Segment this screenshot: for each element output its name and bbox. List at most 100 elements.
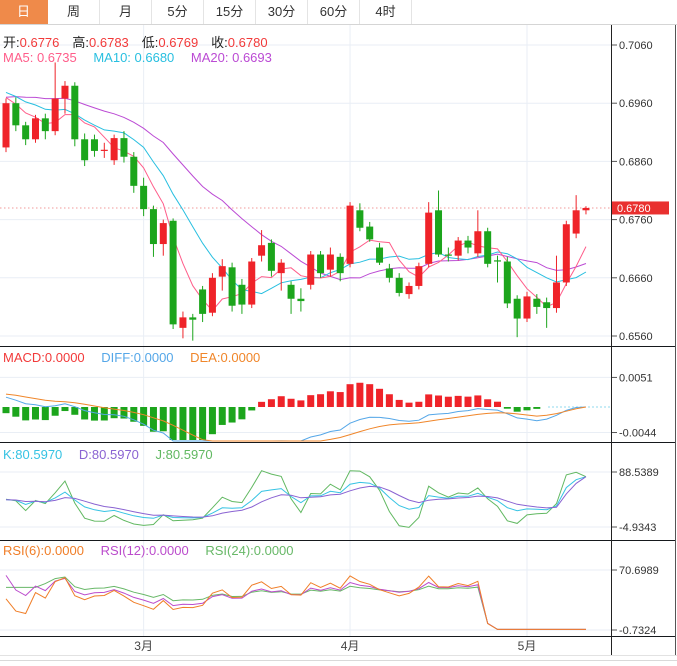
candle-body — [523, 296, 531, 319]
indicator-line — [5, 476, 587, 518]
macd-histogram-bar — [415, 401, 423, 407]
macd-histogram-bar — [90, 407, 98, 421]
candle-body — [61, 85, 69, 99]
candle-body — [494, 260, 501, 262]
axis-tick-label: 70.6989 — [619, 565, 659, 577]
macd-histogram-bar — [248, 407, 256, 411]
candle-body — [474, 231, 482, 254]
macd-histogram-bar — [454, 395, 462, 407]
candle-body — [100, 149, 108, 151]
candle-body — [189, 317, 197, 320]
candle-body — [140, 185, 148, 210]
low-label: 低: — [141, 35, 159, 50]
tab-5min[interactable]: 5分 — [152, 0, 204, 24]
axis-tick-label: 0.7060 — [619, 40, 653, 52]
candle-body — [307, 254, 315, 285]
macd-histogram-bar — [287, 398, 295, 407]
tab-4hour[interactable]: 4时 — [360, 0, 412, 24]
open-value: 0.6776 — [19, 35, 60, 50]
indicator-line — [5, 575, 586, 630]
ma-readout: MA5: 0.6735 MA10: 0.6680 MA20: 0.6693 — [3, 50, 285, 65]
candle-body — [454, 240, 462, 256]
chart-canvas[interactable]: 0.7060 0.6960 0.6860 0.6760 0.6660 0.6560 0.00… — [0, 0, 677, 666]
macd-histogram-bar — [346, 384, 354, 407]
macd-readout: MACD:0.0000 DIFF:0.0000 DEA:0.0000 — [3, 350, 273, 365]
macd-histogram-bar — [297, 400, 305, 407]
ohlc-readout: 开:0.6776 高:0.6783 低:0.6769 收:0.6780 — [3, 32, 281, 51]
axis-tick-label: 0.6960 — [619, 98, 653, 110]
macd-histogram-bar — [395, 399, 403, 407]
macd-histogram-bar — [277, 396, 285, 407]
tab-day[interactable]: 日 — [0, 0, 48, 24]
candle-body — [169, 220, 177, 325]
tab-60min[interactable]: 60分 — [308, 0, 360, 24]
macd-histogram-bar — [199, 407, 207, 440]
candle-body — [484, 231, 492, 264]
candle-body — [562, 224, 570, 283]
candle-body — [513, 298, 521, 319]
macd-histogram-bar — [523, 407, 531, 411]
d-value: D:80.5970 — [78, 447, 139, 462]
candle-body — [2, 103, 10, 148]
candle-body — [336, 256, 344, 274]
x-axis-month-label: 3月 — [134, 639, 153, 653]
axis-tick-label: 0.6860 — [619, 156, 653, 168]
candle-body — [208, 277, 216, 313]
candle-body — [405, 285, 413, 295]
ma10-value: MA10: 0.6680 — [93, 50, 175, 65]
indicator-line — [5, 91, 587, 295]
candle-body — [228, 267, 236, 306]
candle-body — [366, 226, 374, 240]
x-axis-month-label: 5月 — [518, 639, 537, 653]
candle-body — [277, 262, 285, 274]
candle-body — [356, 210, 364, 228]
tab-30min[interactable]: 30分 — [256, 0, 308, 24]
indicator-line — [5, 575, 586, 630]
candle-body — [326, 254, 334, 270]
tab-month[interactable]: 月 — [100, 0, 152, 24]
candle-body — [267, 242, 275, 271]
macd-histogram-bar — [356, 382, 364, 407]
macd-histogram-bar — [2, 407, 10, 414]
macd-histogram-bar — [208, 407, 216, 435]
macd-histogram-bar — [218, 407, 226, 425]
candle-body — [552, 282, 560, 309]
macd-histogram-bar — [405, 402, 413, 407]
open-label: 开: — [3, 35, 20, 50]
axis-tick-label: 0.6760 — [619, 215, 653, 227]
candle-body — [51, 98, 59, 132]
tab-week[interactable]: 周 — [48, 0, 100, 24]
macd-histogram-bar — [258, 401, 266, 407]
candle-body — [41, 118, 49, 132]
macd-histogram-bar — [533, 407, 541, 409]
candle-body — [346, 205, 354, 264]
rsi6-value: RSI(6):0.0000 — [3, 543, 84, 558]
candle-body — [31, 118, 39, 140]
axis-tick-label: -4.9343 — [619, 522, 656, 534]
close-label: 收: — [211, 35, 228, 50]
candle-body — [444, 254, 452, 256]
low-value: 0.6769 — [158, 35, 199, 50]
indicator-line — [6, 576, 586, 630]
candle-body — [218, 266, 226, 277]
macd-histogram-bar — [267, 399, 275, 407]
indicator-line — [5, 97, 587, 312]
macd-histogram-bar — [474, 395, 482, 407]
macd-histogram-bar — [336, 392, 344, 407]
candle-body — [415, 266, 423, 286]
macd-histogram-bar — [464, 396, 472, 407]
k-value: K:80.5970 — [3, 447, 63, 462]
macd-histogram-bar — [425, 394, 433, 407]
kdj-readout: K:80.5970 D:80.5970 J:80.5970 — [3, 447, 226, 462]
period-tab-bar: 日 周 月 5分 15分 30分 60分 4时 — [0, 0, 677, 25]
macd-histogram-bar — [317, 394, 325, 407]
macd-value: MACD:0.0000 — [3, 350, 85, 365]
close-value: 0.6780 — [227, 35, 268, 50]
candle-body — [533, 298, 541, 307]
macd-histogram-bar — [435, 395, 443, 407]
candle-body — [120, 138, 128, 157]
tab-15min[interactable]: 15分 — [204, 0, 256, 24]
j-value: J:80.5970 — [155, 447, 213, 462]
macd-histogram-bar — [503, 407, 511, 409]
candle-body — [287, 284, 295, 299]
